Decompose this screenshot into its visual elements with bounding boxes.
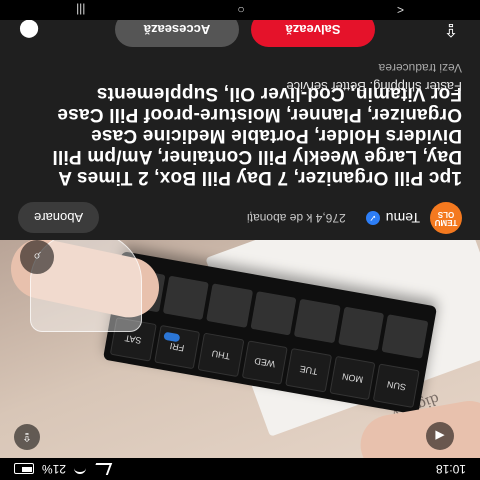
pill-lid: [206, 283, 253, 328]
status-bar: 10:18 21%: [0, 458, 480, 480]
pill-cell-wed: WED: [241, 340, 289, 385]
visual-search-icon[interactable]: ⌕: [20, 240, 54, 274]
app-screen: 10:18 21% dignity SUN MON TUE WED THU FR…: [0, 0, 480, 480]
seller-info[interactable]: TEMU OLS Temu ✓ 276,4 k de abonați: [247, 202, 462, 234]
pill-lid: [162, 275, 209, 321]
status-right: 21%: [14, 462, 113, 476]
status-time: 10:18: [435, 462, 466, 476]
follower-count: 276,4 k de abonați: [247, 211, 346, 225]
pill-cell-sun: SUN: [373, 363, 420, 408]
nav-home-button[interactable]: ○: [238, 3, 245, 17]
pill-cell-thu: THU: [197, 332, 245, 378]
pill-lid: [250, 291, 297, 336]
back-arrow-icon[interactable]: ◀: [426, 422, 454, 450]
status-left: 10:18: [436, 462, 466, 476]
temu-logo[interactable]: TEMU OLS: [430, 202, 462, 234]
pill-lid: [294, 298, 341, 344]
wifi-icon: [74, 464, 87, 474]
product-title: 1pc Pill Organizer, 7 Day Pill Box, 2 Ti…: [52, 83, 462, 188]
pill-cell-fri: FRI: [153, 324, 201, 370]
share-icon[interactable]: ⇪: [14, 424, 40, 450]
battery-icon: [14, 463, 34, 475]
pill-lid: [381, 314, 429, 359]
seller-name-group: Temu ✓ 276,4 k de abonați: [247, 210, 420, 226]
pill-cell-tue: TUE: [285, 348, 332, 393]
verified-check-icon: ✓: [365, 211, 380, 225]
seller-row: TEMU OLS Temu ✓ 276,4 k de abonați Abona…: [0, 196, 480, 240]
navigation-bar: < ○ |||: [0, 0, 480, 20]
product-photo[interactable]: dignity SUN MON TUE WED THU FRI SAT: [0, 240, 480, 458]
seller-name[interactable]: Temu: [386, 210, 420, 226]
nav-recents-button[interactable]: |||: [76, 3, 85, 17]
logo-text-1: TEMU: [434, 218, 458, 227]
pin-icon[interactable]: ⬤: [16, 17, 42, 43]
translate-link[interactable]: Vezi traducerea: [379, 61, 462, 75]
pill-lid: [337, 306, 385, 352]
product-subtitle: Faster shipping. Better service: [286, 79, 462, 94]
logo-text-2: OLS: [437, 210, 455, 219]
share-icon[interactable]: ⇪: [438, 17, 464, 43]
battery-percent: 21%: [42, 462, 67, 476]
pill-cell-mon: MON: [329, 355, 376, 401]
nav-back-button[interactable]: <: [397, 3, 404, 17]
signal-icon: [91, 463, 113, 475]
follow-button[interactable]: Abonare: [18, 202, 100, 234]
